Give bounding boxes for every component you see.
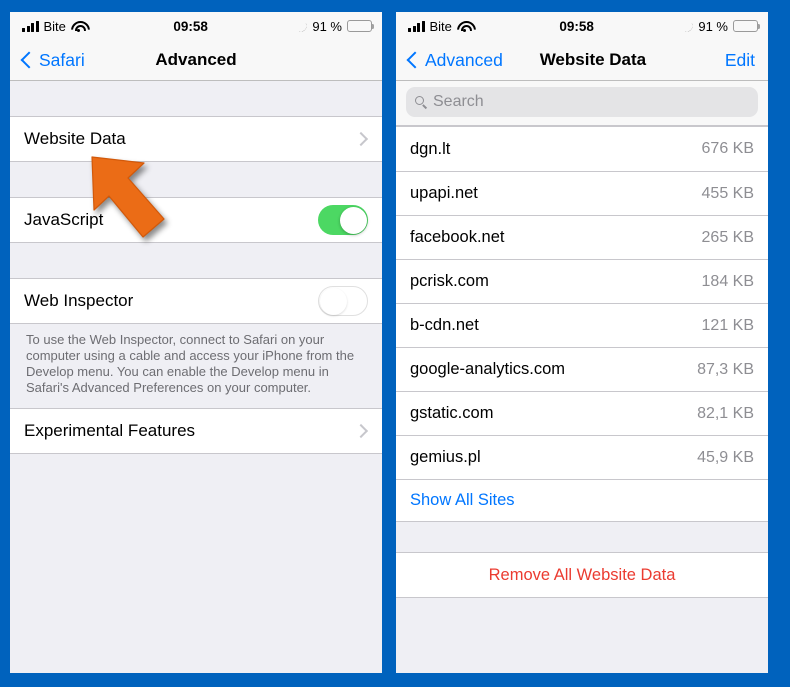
- status-bar-left-group: Bite: [408, 19, 472, 34]
- content-website-data: dgn.lt 676 KB upapi.net 455 KB facebook.net 2…: [396, 126, 768, 673]
- table-row[interactable]: facebook.net 265 KB: [396, 215, 768, 259]
- battery-icon: [347, 20, 375, 32]
- status-bar-right: Bite 09:58 91 %: [396, 12, 768, 40]
- toggle-web-inspector[interactable]: [318, 286, 368, 316]
- group-website-data: Website Data: [10, 116, 382, 162]
- table-row[interactable]: gstatic.com 82,1 KB: [396, 391, 768, 435]
- chevron-right-icon: [353, 131, 369, 147]
- site-domain-label: upapi.net: [410, 184, 478, 202]
- site-domain-label: dgn.lt: [410, 139, 451, 158]
- content-filler-left: [10, 454, 382, 673]
- site-size-label: 45,9 KB: [697, 448, 754, 466]
- table-row[interactable]: b-cdn.net 121 KB: [396, 303, 768, 347]
- clock-label: 09:58: [173, 18, 208, 34]
- table-row[interactable]: gemius.pl 45,9 KB: [396, 435, 768, 479]
- content-advanced: Website Data JavaScript Web Inspector To…: [10, 81, 382, 673]
- row-label-web-inspector: Web Inspector: [24, 291, 134, 310]
- remove-all-website-data-label: Remove All Website Data: [488, 565, 676, 584]
- carrier-label: Bite: [43, 18, 66, 34]
- toggle-knob: [319, 287, 347, 315]
- table-row[interactable]: google-analytics.com 87,3 KB: [396, 347, 768, 391]
- search-icon: [415, 96, 427, 108]
- back-button-safari[interactable]: Safari: [20, 49, 95, 71]
- site-size-label: 82,1 KB: [697, 404, 754, 422]
- status-bar-left: Bite 09:58 91 %: [10, 12, 382, 40]
- table-row[interactable]: upapi.net 455 KB: [396, 171, 768, 215]
- group-javascript: JavaScript: [10, 197, 382, 243]
- site-size-label: 455 KB: [701, 184, 754, 202]
- site-size-label: 265 KB: [701, 228, 754, 246]
- site-domain-label: pcrisk.com: [410, 272, 489, 290]
- wifi-icon: [71, 21, 86, 32]
- search-input[interactable]: Search: [406, 87, 758, 117]
- row-label-javascript: JavaScript: [24, 210, 104, 229]
- site-size-label: 676 KB: [701, 140, 754, 157]
- nav-bar-right: Advanced Website Data Edit: [396, 40, 768, 81]
- row-label-experimental-features: Experimental Features: [24, 421, 196, 440]
- moon-icon: [295, 20, 307, 32]
- chevron-right-icon: [353, 423, 369, 439]
- battery-percent-label: 91 %: [698, 18, 728, 34]
- show-all-sites-label: Show All Sites: [410, 491, 515, 509]
- signal-bars-icon: [408, 20, 425, 32]
- battery-icon: [733, 20, 761, 32]
- site-size-label: 121 KB: [701, 316, 754, 334]
- content-filler-right: [396, 598, 768, 673]
- spacer-after-javascript: [10, 243, 382, 278]
- row-label-website-data: Website Data: [24, 129, 126, 148]
- row-website-data[interactable]: Website Data: [10, 117, 382, 161]
- clock-label: 09:58: [559, 18, 594, 34]
- table-row[interactable]: pcrisk.com 184 KB: [396, 259, 768, 303]
- back-button-advanced[interactable]: Advanced: [406, 49, 503, 71]
- chevron-left-icon: [20, 51, 38, 69]
- site-domain-label: b-cdn.net: [410, 316, 479, 334]
- row-javascript[interactable]: JavaScript: [10, 198, 382, 242]
- edit-button[interactable]: Edit: [683, 50, 755, 71]
- search-bar-container: Search: [396, 81, 768, 126]
- group-web-inspector: Web Inspector: [10, 278, 382, 324]
- row-web-inspector[interactable]: Web Inspector: [10, 279, 382, 323]
- show-all-sites-button[interactable]: Show All Sites: [396, 479, 768, 521]
- site-size-label: 87,3 KB: [697, 360, 754, 378]
- search-placeholder: Search: [433, 93, 484, 110]
- battery-percent-label: 91 %: [312, 18, 342, 34]
- site-domain-label: gstatic.com: [410, 404, 494, 422]
- nav-bar-left: Safari Advanced: [10, 40, 382, 81]
- toggle-knob: [339, 206, 367, 234]
- site-domain-label: facebook.net: [410, 228, 505, 246]
- screenshot-stage: risk.c Bite 09:58 91 % Safari Advanced: [0, 0, 790, 687]
- status-bar-right-group: 91 %: [295, 18, 375, 34]
- chevron-left-icon: [406, 51, 424, 69]
- site-size-label: 184 KB: [701, 272, 754, 290]
- spacer-before-remove-all: [396, 522, 768, 552]
- page-title-advanced: Advanced: [155, 50, 237, 69]
- remove-all-website-data-button[interactable]: Remove All Website Data: [396, 552, 768, 598]
- footnote-web-inspector: To use the Web Inspector, connect to Saf…: [10, 324, 382, 408]
- back-button-label: Advanced: [425, 49, 503, 70]
- site-domain-label: gemius.pl: [410, 448, 481, 466]
- wifi-icon: [457, 21, 472, 32]
- status-bar-right-group: 91 %: [681, 18, 761, 34]
- phone-screen-advanced: risk.c Bite 09:58 91 % Safari Advanced: [10, 12, 382, 673]
- group-site-list: dgn.lt 676 KB upapi.net 455 KB facebook.net 2…: [396, 126, 768, 522]
- page-title-website-data: Website Data: [539, 50, 647, 69]
- signal-bars-icon: [22, 20, 39, 32]
- toggle-javascript[interactable]: [318, 205, 368, 235]
- back-button-label: Safari: [39, 49, 85, 70]
- phone-screen-website-data: risk.com Bite 09:58 91 % Advanced Websit…: [396, 12, 768, 673]
- spacer-top-left: [10, 81, 382, 116]
- moon-icon: [681, 20, 693, 32]
- status-bar-left-group: Bite: [22, 19, 86, 34]
- row-experimental-features[interactable]: Experimental Features: [10, 409, 382, 453]
- table-row[interactable]: dgn.lt 676 KB: [396, 127, 768, 171]
- carrier-label: Bite: [429, 18, 452, 34]
- spacer-after-website-data: [10, 162, 382, 197]
- site-domain-label: google-analytics.com: [410, 360, 565, 378]
- group-experimental-features: Experimental Features: [10, 408, 382, 454]
